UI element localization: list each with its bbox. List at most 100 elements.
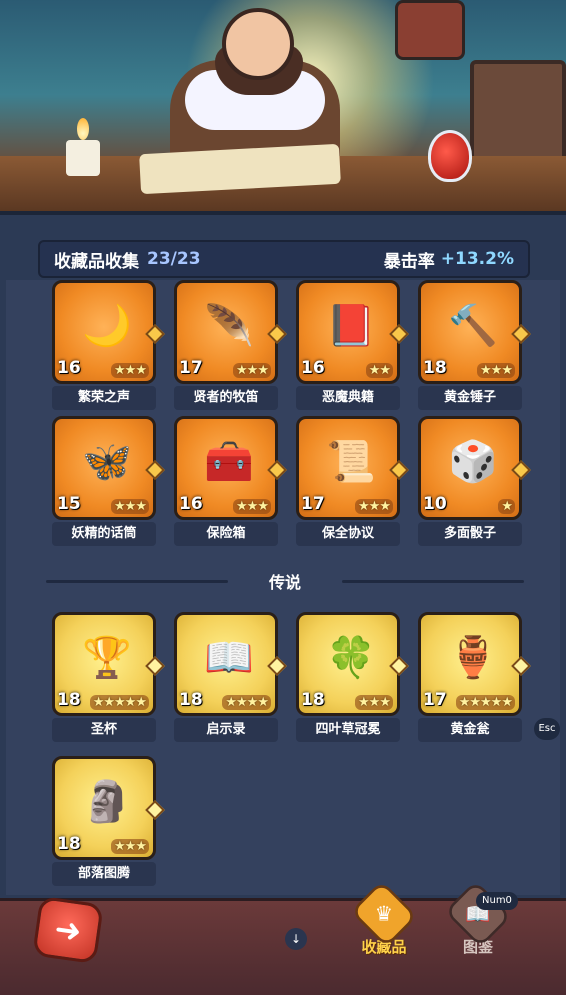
epic-item-card[interactable]: 🌙 16 ★★★ 繁荣之声 [52,280,165,410]
item-level: 16 [57,358,81,378]
open-book-icon: 📖 [204,634,254,681]
item-level: 16 [179,494,203,514]
item-level: 18 [57,834,81,854]
item-tile: 🎲 10 ★ [418,416,531,520]
item-name: 繁荣之声 [52,386,156,410]
item-stars: ★★★ [111,499,149,514]
item-stars: ★★★ [233,363,271,378]
item-tile: 📜 17 ★★★ [296,416,409,520]
item-stars: ★★★ [233,499,271,514]
collection-header: 收藏品收集 23/23 暴击率 +13.2% [38,240,530,278]
legend-section-divider: 传说 [40,568,530,594]
epic-item-card[interactable]: 🧰 16 ★★★ 保险箱 [174,416,287,546]
codex-hotkey-badge: Num0 [476,892,518,910]
item-tile: 🍀 18 ★★★ [296,612,409,716]
item-stars: ★★★ [355,695,393,710]
item-name: 部落图腾 [52,862,156,886]
item-stars: ★★★ [477,363,515,378]
collection-count: 23/23 [147,249,201,269]
dwarf-head [222,8,294,80]
legend-item-card[interactable]: 🏆 18 ★★★★★ 圣杯 [52,612,165,742]
legend-item-card[interactable]: 🗿 18 ★★★ 部落图腾 [52,756,165,886]
demon-book-icon: 📕 [326,302,376,349]
chest-decoration [470,60,566,165]
grail-icon: 🏆 [82,634,132,681]
red-potion-icon [428,130,472,182]
crit-label: 暴击率 [383,251,435,272]
epic-item-card[interactable]: 📜 17 ★★★ 保全协议 [296,416,409,546]
divider-line-right [342,580,524,583]
scroll-icon: 📜 [326,438,376,485]
item-name: 妖精的话筒 [52,522,156,546]
item-name: 圣杯 [52,718,156,742]
golden-urn-icon: 🏺 [448,634,498,681]
item-name: 恶魔典籍 [296,386,400,410]
item-tile: 🌙 16 ★★★ [52,280,165,384]
crit-bonus: 暴击率 +13.2% [384,247,514,272]
totem-icon: 🗿 [82,778,132,825]
item-level: 18 [179,690,203,710]
item-stars: ★★★ [111,839,149,854]
epic-item-card[interactable]: 🦋 15 ★★★ 妖精的话筒 [52,416,165,546]
legend-item-card[interactable]: 🏺 17 ★★★★★ 黄金瓮 [418,612,531,742]
tab-collectibles[interactable]: ♛ 收藏品 [344,880,424,970]
esc-hint[interactable]: Esc [534,718,560,740]
item-name: 黄金瓮 [418,718,522,742]
item-level: 18 [57,690,81,710]
epic-item-card[interactable]: 🎲 10 ★ 多面骰子 [418,416,531,546]
item-stars: ★★★★★ [89,695,149,710]
item-level: 17 [301,494,325,514]
hero-banner [0,0,566,215]
dice-icon: 🎲 [448,438,498,485]
item-stars: ★★★ [355,499,393,514]
candle-icon [66,140,100,176]
epic-item-card[interactable]: 🔨 18 ★★★ 黄金锤子 [418,280,531,410]
crit-value: +13.2% [440,249,514,269]
item-stars: ★ [498,499,515,514]
collection-label: 收藏品收集 [54,251,139,272]
item-level: 17 [423,690,447,710]
item-name: 四叶草冠冕 [296,718,400,742]
item-name: 多面骰子 [418,522,522,546]
item-name: 保全协议 [296,522,400,546]
item-level: 18 [423,358,447,378]
item-level: 15 [57,494,81,514]
item-tile: 🪶 17 ★★★ [174,280,287,384]
candle-flame-icon [77,118,89,140]
hammer-icon: 🔨 [448,302,498,349]
item-name: 启示录 [174,718,278,742]
item-stars: ★★★ [111,363,149,378]
collectibles-tab-icon: ♛ [374,902,394,926]
back-arrow-icon: ➜ [52,909,84,951]
tribal-mask-decoration [395,0,465,60]
epic-item-card[interactable]: 🪶 17 ★★★ 贤者的牧笛 [174,280,287,410]
moon-bell-icon: 🌙 [82,302,132,349]
item-tile: 🔨 18 ★★★ [418,280,531,384]
item-tile: 🦋 15 ★★★ [52,416,165,520]
item-stars: ★★★★ [222,695,271,710]
item-tile: 🏺 17 ★★★★★ [418,612,531,716]
scroll-down-indicator[interactable]: ↓ [285,928,307,950]
section-title-legend: 传说 [254,569,315,593]
item-tile: 🏆 18 ★★★★★ [52,612,165,716]
item-level: 17 [179,358,203,378]
item-stars: ★★ [365,363,393,378]
item-tile: 📕 16 ★★ [296,280,409,384]
item-tile: 📖 18 ★★★★ [174,612,287,716]
item-level: 16 [301,358,325,378]
legend-item-card[interactable]: 📖 18 ★★★★ 启示录 [174,612,287,742]
item-name: 黄金锤子 [418,386,522,410]
item-name: 贤者的牧笛 [174,386,278,410]
epic-item-card[interactable]: 📕 16 ★★ 恶魔典籍 [296,280,409,410]
clover-crown-icon: 🍀 [326,634,376,681]
item-level: 18 [301,690,325,710]
collection-progress: 收藏品收集 23/23 [54,247,201,272]
item-level: 10 [423,494,447,514]
fairy-mic-icon: 🦋 [82,438,132,485]
item-stars: ★★★★★ [455,695,515,710]
item-tile: 🗿 18 ★★★ [52,756,165,860]
divider-line-left [46,580,228,583]
back-button[interactable]: ➜ [32,895,104,965]
flute-icon: 🪶 [204,302,254,349]
legend-item-card[interactable]: 🍀 18 ★★★ 四叶草冠冕 [296,612,409,742]
